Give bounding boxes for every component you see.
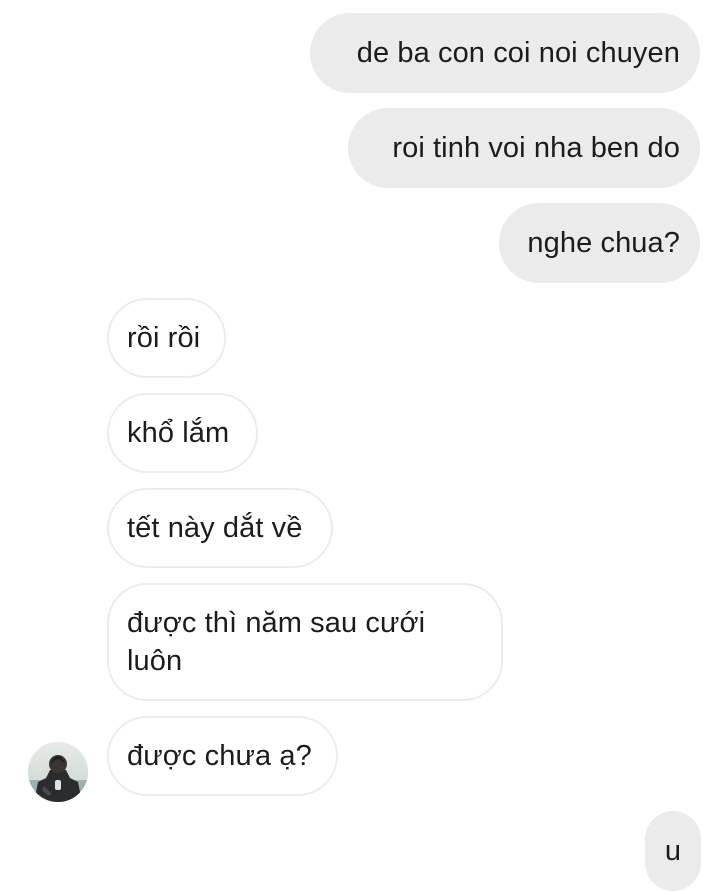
message-text: được thì năm sau cưới luôn xyxy=(127,607,426,677)
message-bubble-outgoing[interactable]: roi tinh voi nha ben do xyxy=(348,108,700,188)
avatar-photo-icon xyxy=(28,742,88,802)
contact-avatar[interactable] xyxy=(28,742,88,802)
message-text: nghe chua? xyxy=(527,227,680,259)
message-bubble-incoming[interactable]: tết này dắt về xyxy=(107,488,333,568)
message-bubble-incoming[interactable]: khổ lắm xyxy=(107,393,258,473)
message-text: u xyxy=(664,835,682,867)
message-bubble-incoming[interactable]: rồi rồi xyxy=(107,298,226,378)
message-bubble-outgoing[interactable]: nghe chua? xyxy=(499,203,700,283)
chat-thread: de ba con coi noi chuyen roi tinh voi nh… xyxy=(0,0,720,892)
message-text: khổ lắm xyxy=(127,417,230,449)
message-text: được chưa ạ? xyxy=(127,740,312,772)
message-bubble-incoming[interactable]: được thì năm sau cưới luôn xyxy=(107,583,503,701)
message-bubble-incoming[interactable]: được chưa ạ? xyxy=(107,716,338,796)
message-bubble-outgoing[interactable]: u xyxy=(645,811,701,891)
message-text: rồi rồi xyxy=(127,322,201,354)
message-text: de ba con coi noi chuyen xyxy=(356,37,680,69)
message-text: tết này dắt về xyxy=(127,512,303,544)
message-text: roi tinh voi nha ben do xyxy=(392,132,680,164)
message-bubble-outgoing[interactable]: de ba con coi noi chuyen xyxy=(310,13,700,93)
